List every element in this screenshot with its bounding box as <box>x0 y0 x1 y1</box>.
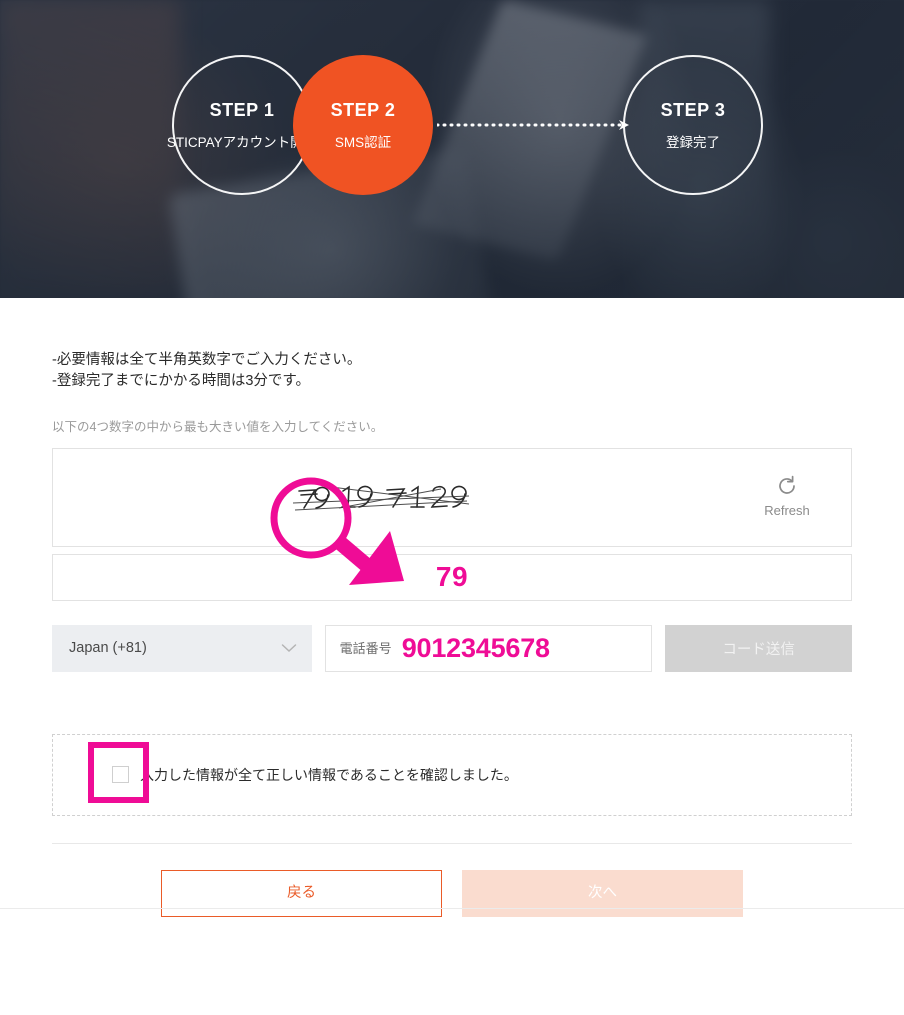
next-button[interactable]: 次へ <box>462 869 743 917</box>
footer-divider <box>0 907 904 909</box>
back-button[interactable]: 戻る <box>161 869 442 917</box>
notice-block: -必要情報は全て半角英数字でご入力ください。 -登録完了までにかかる時間は3分で… <box>52 298 852 392</box>
step-3-subtitle: 登録完了 <box>666 134 720 150</box>
step-2-title: STEP 2 <box>330 99 396 120</box>
stepper-step-2[interactable]: STEP 2 SMS認証 <box>293 55 433 195</box>
notice-line-1: -必要情報は全て半角英数字でご入力ください。 <box>52 352 362 368</box>
refresh-icon <box>779 475 795 494</box>
section-divider <box>52 842 852 844</box>
captcha-answer-input[interactable]: 79 <box>52 553 852 601</box>
phone-number-label: 電話番号 <box>339 640 392 656</box>
step-connector-arrow <box>437 120 629 130</box>
main-content: -必要情報は全て半角英数字でご入力ください。 -登録完了までにかかる時間は3分で… <box>0 298 904 917</box>
agreement-panel: 入力した情報が全て正しい情報であることを確認しました。 <box>52 733 852 816</box>
captcha-panel: Refresh <box>52 447 852 547</box>
agreement-label: 入力した情報が全て正しい情報であることを確認しました。 <box>140 766 518 783</box>
step-1-title: STEP 1 <box>209 99 275 120</box>
notice-line-2: -登録完了までにかかる時間は3分です。 <box>52 373 310 389</box>
refresh-label: Refresh <box>764 502 810 518</box>
captcha-refresh-button[interactable]: Refresh <box>751 475 823 517</box>
step-3-title: STEP 3 <box>660 99 726 120</box>
action-buttons: 戻る 次へ <box>52 869 852 917</box>
registration-stepper: STEP 1 STICPAYアカウント開設 STEP 2 SMS認証 STEP … <box>0 0 904 298</box>
step-2-subtitle: SMS認証 <box>334 134 392 150</box>
phone-number-field[interactable]: 電話番号 9012345678 <box>324 624 653 672</box>
captcha-image <box>292 484 470 510</box>
stepper-step-1[interactable]: STEP 1 STICPAYアカウント開設 <box>167 55 317 195</box>
chevron-down-icon <box>281 644 296 653</box>
hero-banner: STEP 1 STICPAYアカウント開設 STEP 2 SMS認証 STEP … <box>0 0 904 298</box>
phone-row: Japan (+81) 電話番号 9012345678 コード送信 <box>52 624 852 672</box>
stepper-step-3[interactable]: STEP 3 登録完了 <box>623 55 763 195</box>
country-code-select[interactable]: Japan (+81) <box>52 624 312 672</box>
country-code-value: Japan (+81) <box>69 639 147 656</box>
captcha-answer-value: 79 <box>435 561 469 592</box>
phone-number-value: 9012345678 <box>401 632 550 663</box>
form-container: -必要情報は全て半角英数字でご入力ください。 -登録完了までにかかる時間は3分で… <box>52 298 852 917</box>
agreement-checkbox[interactable] <box>112 766 129 783</box>
send-code-button[interactable]: コード送信 <box>665 624 852 672</box>
captcha-hint: 以下の4つ数字の中から最も大きい値を入力してください。 <box>52 420 384 434</box>
